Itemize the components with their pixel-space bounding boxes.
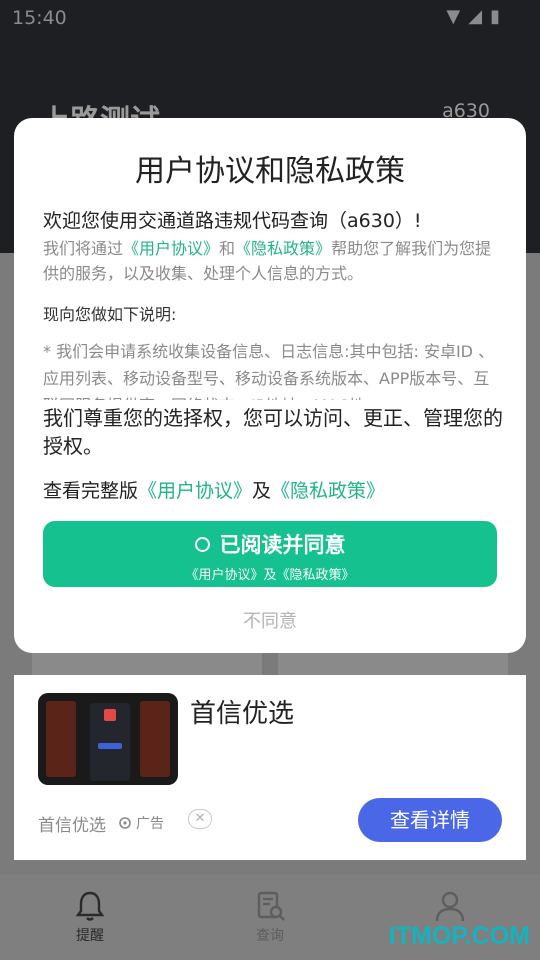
ad-close-button[interactable]: ✕ xyxy=(188,809,212,829)
agree-main: 已阅读并同意 xyxy=(43,529,497,559)
dialog-view-full: 查看完整版《用户协议》及《隐私政策》 xyxy=(43,476,385,503)
circle-icon xyxy=(194,536,210,552)
ad-tag: 广告 xyxy=(118,813,164,833)
ad-tag-label: 广告 xyxy=(136,816,164,832)
ad-title[interactable]: 首信优选 xyxy=(190,693,294,730)
status-bar: 15:40 ▼ ◢ ▮ xyxy=(0,0,540,36)
battery-icon: ▮ xyxy=(490,6,500,27)
agreement-dialog: 用户协议和隐私政策 欢迎您使用交通道路违规代码查询（a630）! 我们将通过《用… xyxy=(14,118,526,653)
view-prefix: 查看完整版 xyxy=(43,480,139,502)
bell-icon xyxy=(75,891,105,921)
ad-panel[interactable]: 首信优选 首信优选 广告 ✕ 查看详情 xyxy=(14,675,526,860)
ad-cta-button[interactable]: 查看详情 xyxy=(358,798,502,842)
dialog-intro: 我们将通过《用户协议》和《隐私政策》帮助您了解我们为您提供的服务，以及收集、处理… xyxy=(43,236,503,286)
ad-logo-icon xyxy=(119,817,131,829)
person-icon xyxy=(435,891,465,922)
dialog-title: 用户协议和隐私政策 xyxy=(135,154,405,189)
signal-icon: ◢ xyxy=(468,6,483,27)
ad-thumb-logo xyxy=(104,709,116,721)
view-and: 及 xyxy=(252,480,272,502)
dialog-respect: 我们尊重您的选择权，您可以访问、更正、管理您的授权。 xyxy=(43,404,503,460)
intro-text-before: 我们将通过 xyxy=(43,239,124,258)
wifi-icon: ▼ xyxy=(446,6,461,27)
nav-item-remind[interactable]: 提醒 xyxy=(0,875,180,960)
intro-text-and: 和 xyxy=(219,239,236,258)
status-icons: ▼ ◢ ▮ xyxy=(446,6,500,27)
disagree-button[interactable]: 不同意 xyxy=(14,607,526,633)
search-doc-icon xyxy=(257,891,285,921)
dialog-subhead: 现向您做如下说明: xyxy=(43,305,177,324)
status-time: 15:40 xyxy=(12,7,67,29)
full-privacy-policy-link[interactable]: 《隐私政策》 xyxy=(271,480,385,502)
full-user-agreement-link[interactable]: 《用户协议》 xyxy=(138,480,252,502)
ad-thumb-right-decor xyxy=(140,701,170,777)
watermark: ITMOP.COM xyxy=(388,922,530,950)
ad-thumbnail[interactable] xyxy=(38,693,178,785)
ad-source: 首信优选 xyxy=(38,816,106,836)
nav-item-query[interactable]: 查询 xyxy=(180,875,360,960)
user-agreement-link[interactable]: 《用户协议》 xyxy=(123,239,219,258)
agree-label: 已阅读并同意 xyxy=(219,533,346,557)
agree-sublabel: 《用户协议》及《隐私政策》 xyxy=(185,568,355,583)
agree-button[interactable]: 已阅读并同意 《用户协议》及《隐私政策》 xyxy=(43,521,497,587)
ad-thumb-left-decor xyxy=(46,701,76,777)
ad-thumb-button xyxy=(98,743,122,749)
nav-label-query: 查询 xyxy=(256,928,284,944)
dialog-detail-scroll[interactable]: * 我们会申请系统收集设备信息、日志信息:其中包括: 安卓ID 、应用列表、移动… xyxy=(43,338,505,400)
nav-label-remind: 提醒 xyxy=(76,928,104,944)
privacy-policy-link[interactable]: 《隐私政策》 xyxy=(235,239,331,258)
dialog-welcome: 欢迎您使用交通道路违规代码查询（a630）! xyxy=(43,210,422,232)
